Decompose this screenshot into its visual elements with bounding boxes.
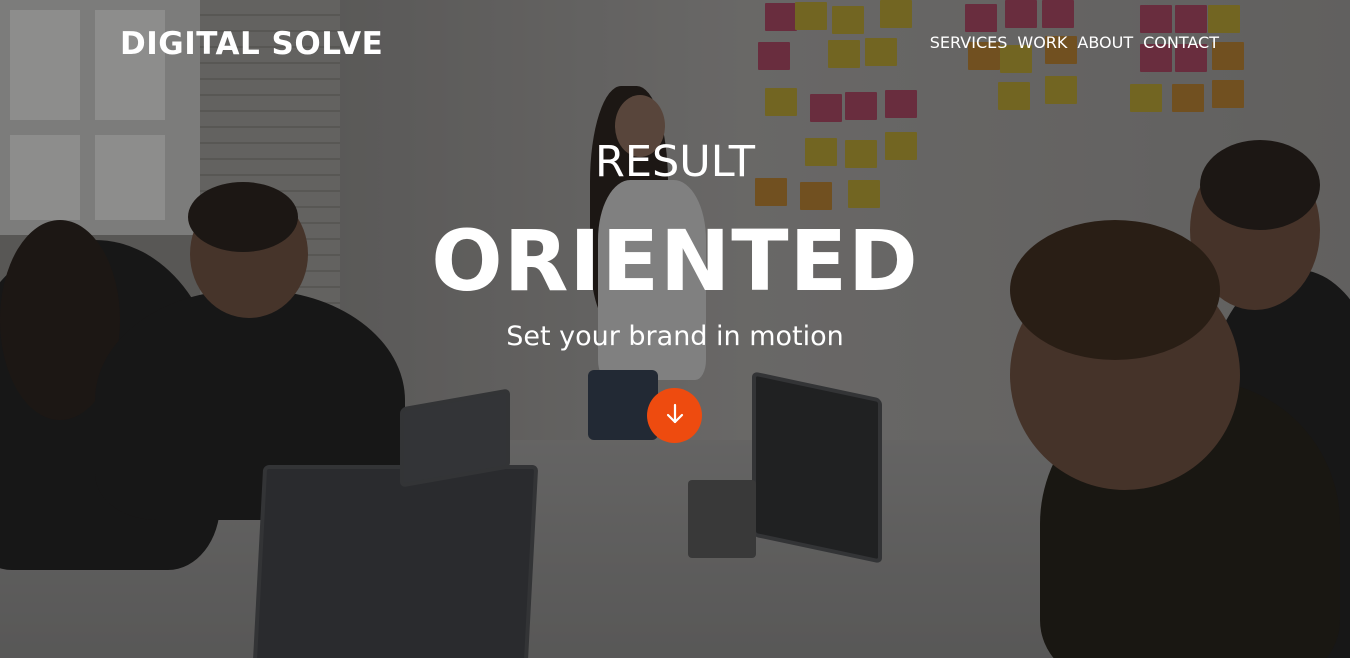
arrow-down-icon	[665, 403, 685, 429]
nav-link-contact[interactable]: CONTACT	[1143, 33, 1219, 52]
scroll-down-button[interactable]	[647, 388, 702, 443]
hero-section: DIGITAL SOLVE SERVICES WORK ABOUT CONTAC…	[0, 0, 1350, 658]
hero-tagline: Set your brand in motion	[506, 321, 844, 352]
hero-headline: ORIENTED	[431, 212, 919, 310]
hero-kicker: RESULT	[594, 137, 756, 187]
site-logo[interactable]: DIGITAL SOLVE	[120, 26, 383, 62]
nav-link-services[interactable]: SERVICES	[930, 33, 1008, 52]
nav-link-work[interactable]: WORK	[1017, 33, 1067, 52]
main-nav: SERVICES WORK ABOUT CONTACT	[930, 33, 1219, 52]
site-header: DIGITAL SOLVE SERVICES WORK ABOUT CONTAC…	[0, 0, 1350, 90]
nav-link-about[interactable]: ABOUT	[1077, 33, 1133, 52]
